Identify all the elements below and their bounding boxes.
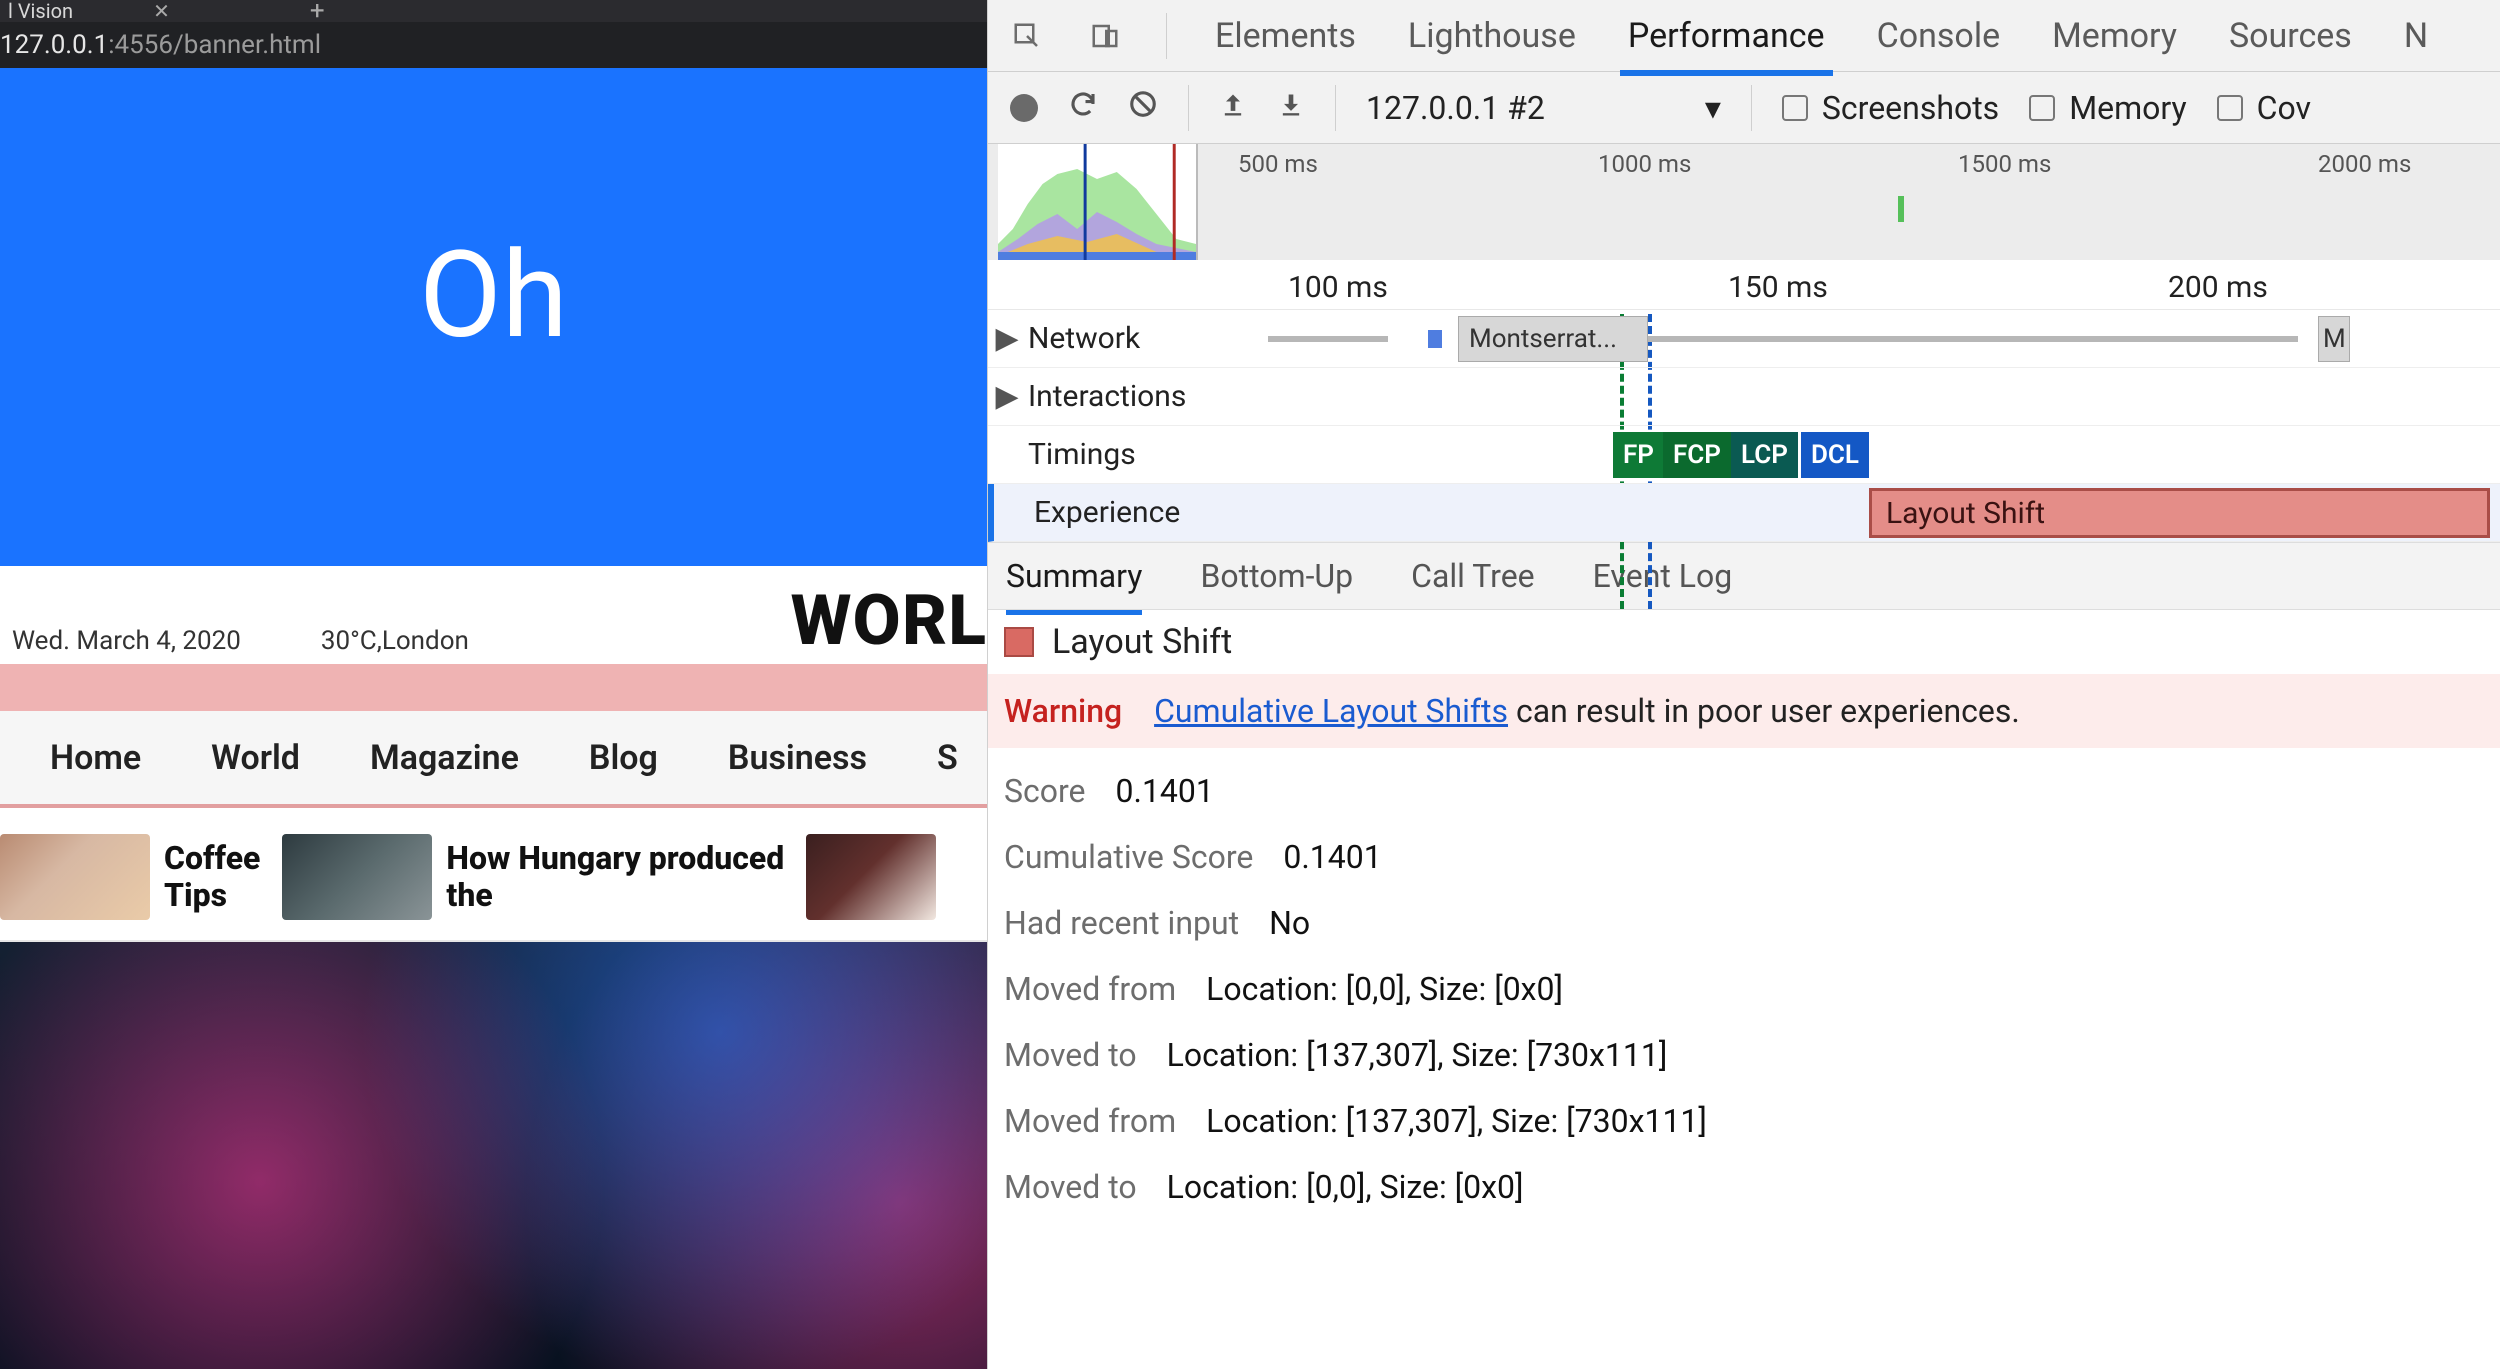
- timing-lcp[interactable]: LCP: [1731, 432, 1798, 478]
- separator: [1188, 85, 1189, 131]
- hero-image: [0, 942, 987, 1369]
- url-host: 127.0.0.1: [0, 30, 108, 60]
- subtab-bottom-up[interactable]: Bottom-Up: [1200, 557, 1353, 595]
- perf-overview[interactable]: 500 ms 1000 ms 1500 ms 2000 ms: [988, 144, 2500, 260]
- address-bar[interactable]: 127.0.0.1:4556/banner.html: [0, 22, 987, 68]
- separator: [1166, 13, 1167, 59]
- summary-row: Moved fromLocation: [137,307], Size: [73…: [988, 1098, 2500, 1144]
- checkbox-coverage[interactable]: Cov: [2217, 89, 2311, 127]
- nav-world[interactable]: World: [211, 738, 300, 778]
- record-icon[interactable]: [1010, 94, 1038, 122]
- tab-elements[interactable]: Elements: [1211, 16, 1360, 56]
- chevron-right-icon[interactable]: ▶: [994, 321, 1020, 356]
- summary-row: Score0.1401: [988, 768, 2500, 814]
- page-meta-row: Wed. March 4, 2020 30°C,London WORL: [0, 566, 987, 664]
- devtools-tabs: Elements Lighthouse Performance Console …: [988, 0, 2500, 72]
- subtab-event-log[interactable]: Event Log: [1593, 557, 1733, 595]
- event-color-swatch: [1004, 627, 1034, 657]
- url-path: :4556/banner.html: [108, 30, 321, 60]
- track-timings[interactable]: Timings FP FCP LCP DCL: [988, 426, 2500, 484]
- page-weather: 30°C,London: [321, 626, 469, 656]
- overview-minimap[interactable]: [998, 144, 1198, 260]
- chevron-down-icon: ▾: [1705, 89, 1721, 127]
- tab-performance[interactable]: Performance: [1624, 16, 1829, 56]
- download-icon[interactable]: [1277, 89, 1305, 127]
- tab-memory[interactable]: Memory: [2048, 16, 2181, 56]
- timing-dcl[interactable]: DCL: [1801, 432, 1869, 478]
- separator: [1335, 85, 1336, 131]
- track-experience[interactable]: Experience Layout Shift: [988, 484, 2500, 542]
- nav-home[interactable]: Home: [50, 738, 141, 778]
- layout-shift-event[interactable]: Layout Shift: [1869, 488, 2490, 538]
- summary-row: Moved fromLocation: [0,0], Size: [0x0]: [988, 966, 2500, 1012]
- network-request[interactable]: M: [2318, 316, 2350, 362]
- overview-marker: [1898, 196, 1904, 222]
- subtab-call-tree[interactable]: Call Tree: [1411, 557, 1535, 595]
- card-thumb: [282, 834, 432, 920]
- page-date: Wed. March 4, 2020: [12, 626, 241, 656]
- summary-row: Cumulative Score0.1401: [988, 834, 2500, 880]
- devtools-pane: Elements Lighthouse Performance Console …: [987, 0, 2500, 1369]
- summary-row: Had recent inputNo: [988, 900, 2500, 946]
- warning-text: can result in poor user experiences.: [1508, 692, 2020, 730]
- nav-business[interactable]: Business: [728, 738, 867, 778]
- device-toggle-icon[interactable]: [1088, 19, 1122, 53]
- summary-row: Moved toLocation: [0,0], Size: [0x0]: [988, 1164, 2500, 1210]
- browser-tab-title[interactable]: l Vision: [8, 0, 73, 23]
- summary-row: Moved toLocation: [137,307], Size: [730x…: [988, 1032, 2500, 1078]
- track-network[interactable]: ▶ Network Montserrat... M: [988, 310, 2500, 368]
- summary-title-row: Layout Shift: [988, 610, 2500, 674]
- profile-select[interactable]: 127.0.0.1 #2 ▾: [1366, 89, 1721, 127]
- card[interactable]: How Hungary produced the: [282, 834, 784, 920]
- blank-icon: [1000, 495, 1026, 530]
- tab-console[interactable]: Console: [1873, 16, 2005, 56]
- checkbox-memory[interactable]: Memory: [2029, 89, 2186, 127]
- card-thumb: [0, 834, 150, 920]
- card-title: Coffee Tips: [164, 840, 260, 914]
- close-icon[interactable]: ✕: [153, 0, 170, 23]
- browser-pane: l Vision ✕ + 127.0.0.1:4556/banner.html …: [0, 0, 987, 1369]
- tab-more[interactable]: N: [2400, 16, 2432, 56]
- browser-tabstrip: l Vision ✕ +: [0, 0, 987, 22]
- tab-sources[interactable]: Sources: [2225, 16, 2356, 56]
- nav-blog[interactable]: Blog: [589, 738, 658, 778]
- cls-docs-link[interactable]: Cumulative Layout Shifts: [1154, 692, 1508, 730]
- flame-ruler[interactable]: 100 ms 150 ms 200 ms: [988, 260, 2500, 310]
- timing-fcp[interactable]: FCP: [1663, 432, 1731, 478]
- inspect-icon[interactable]: [1010, 19, 1044, 53]
- summary-warning: Warning Cumulative Layout Shifts can res…: [988, 674, 2500, 748]
- card[interactable]: Coffee Tips: [0, 834, 260, 920]
- warning-label: Warning: [1004, 692, 1122, 730]
- network-segment[interactable]: [1268, 336, 1388, 342]
- page-headline: WORL: [791, 580, 988, 662]
- upload-icon[interactable]: [1219, 89, 1247, 127]
- timing-fp[interactable]: FP: [1613, 432, 1664, 478]
- nav-magazine[interactable]: Magazine: [370, 738, 519, 778]
- network-segment[interactable]: [1648, 336, 2298, 342]
- track-interactions[interactable]: ▶ Interactions: [988, 368, 2500, 426]
- chevron-right-icon[interactable]: ▶: [994, 379, 1020, 414]
- checkbox-screenshots[interactable]: Screenshots: [1782, 89, 1999, 127]
- subtab-summary[interactable]: Summary: [1006, 557, 1142, 595]
- perf-toolbar: 127.0.0.1 #2 ▾ Screenshots Memory Cov: [988, 72, 2500, 144]
- separator: [1751, 85, 1752, 131]
- network-bar[interactable]: [1428, 330, 1442, 348]
- perf-subtabs: Summary Bottom-Up Call Tree Event Log: [988, 542, 2500, 610]
- banner-text: Oh: [419, 226, 568, 366]
- blank-icon: [994, 437, 1020, 472]
- cls-highlight-overlay: [0, 664, 987, 708]
- network-request[interactable]: Montserrat...: [1458, 316, 1648, 362]
- card-thumb: [806, 834, 936, 920]
- page-banner: Oh: [0, 68, 987, 566]
- page-cards-row: Coffee Tips How Hungary produced the: [0, 808, 987, 942]
- page-nav: Home World Magazine Blog Business S: [0, 708, 987, 808]
- summary-title: Layout Shift: [1052, 622, 1232, 662]
- card-title: How Hungary produced the: [446, 840, 784, 914]
- reload-icon[interactable]: [1068, 89, 1098, 127]
- tab-lighthouse[interactable]: Lighthouse: [1404, 16, 1580, 56]
- clear-icon[interactable]: [1128, 89, 1158, 127]
- nav-more[interactable]: S: [937, 738, 958, 778]
